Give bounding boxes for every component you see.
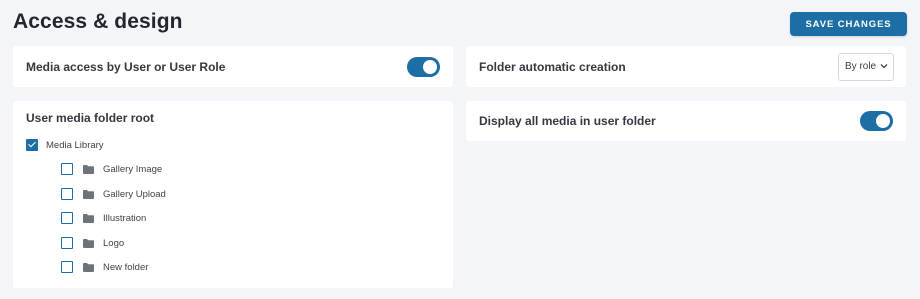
folder-icon bbox=[83, 262, 94, 272]
tree-item-gallery-upload: Gallery Upload bbox=[61, 187, 166, 201]
tree-item-label: Logo bbox=[103, 237, 125, 249]
gallery-image-checkbox[interactable] bbox=[61, 163, 73, 175]
tree-item-label: Media Library bbox=[46, 139, 104, 151]
tree-item-logo: Logo bbox=[61, 236, 124, 250]
tree-item-media-library: Media Library bbox=[26, 138, 104, 152]
role-select[interactable]: By role bbox=[838, 52, 894, 81]
folder-icon bbox=[83, 164, 94, 174]
save-changes-button[interactable]: SAVE CHANGES bbox=[790, 12, 907, 36]
folder-auto-creation-label: Folder automatic creation bbox=[479, 59, 626, 74]
media-access-toggle[interactable] bbox=[407, 56, 440, 77]
new-folder-checkbox[interactable] bbox=[61, 261, 73, 273]
tree-item-illustration: Illustration bbox=[61, 211, 146, 225]
display-all-media-card: Display all media in user folder bbox=[466, 101, 906, 141]
display-all-media-label: Display all media in user folder bbox=[479, 114, 656, 128]
tree-item-label: New folder bbox=[103, 261, 149, 273]
toggle-knob bbox=[423, 59, 437, 74]
media-access-card: Media access by User or User Role bbox=[13, 46, 453, 87]
tree-item-gallery-image: Gallery Image bbox=[61, 162, 162, 176]
chevron-down-icon bbox=[880, 61, 888, 72]
tree-item-label: Illustration bbox=[103, 212, 147, 224]
media-access-label: Media access by User or User Role bbox=[26, 59, 226, 74]
folder-icon bbox=[83, 189, 94, 199]
tree-item-label: Gallery Image bbox=[103, 163, 163, 175]
tree-item-label: Gallery Upload bbox=[103, 188, 166, 200]
folder-auto-creation-card: Folder automatic creation By role bbox=[466, 46, 906, 87]
gallery-upload-checkbox[interactable] bbox=[61, 188, 73, 200]
toggle-knob bbox=[876, 114, 890, 128]
role-select-value: By role bbox=[845, 61, 877, 72]
illustration-checkbox[interactable] bbox=[61, 212, 73, 224]
folder-root-card: User media folder root Media Library Gal… bbox=[13, 101, 453, 288]
logo-checkbox[interactable] bbox=[61, 237, 73, 249]
display-all-media-toggle[interactable] bbox=[860, 111, 893, 131]
folder-icon bbox=[83, 213, 94, 223]
folder-root-title: User media folder root bbox=[26, 111, 155, 125]
tree-item-new-folder: New folder bbox=[61, 260, 148, 274]
folder-icon bbox=[83, 238, 94, 248]
media-library-checkbox[interactable] bbox=[26, 139, 38, 151]
page-title: Access & design bbox=[13, 10, 183, 33]
